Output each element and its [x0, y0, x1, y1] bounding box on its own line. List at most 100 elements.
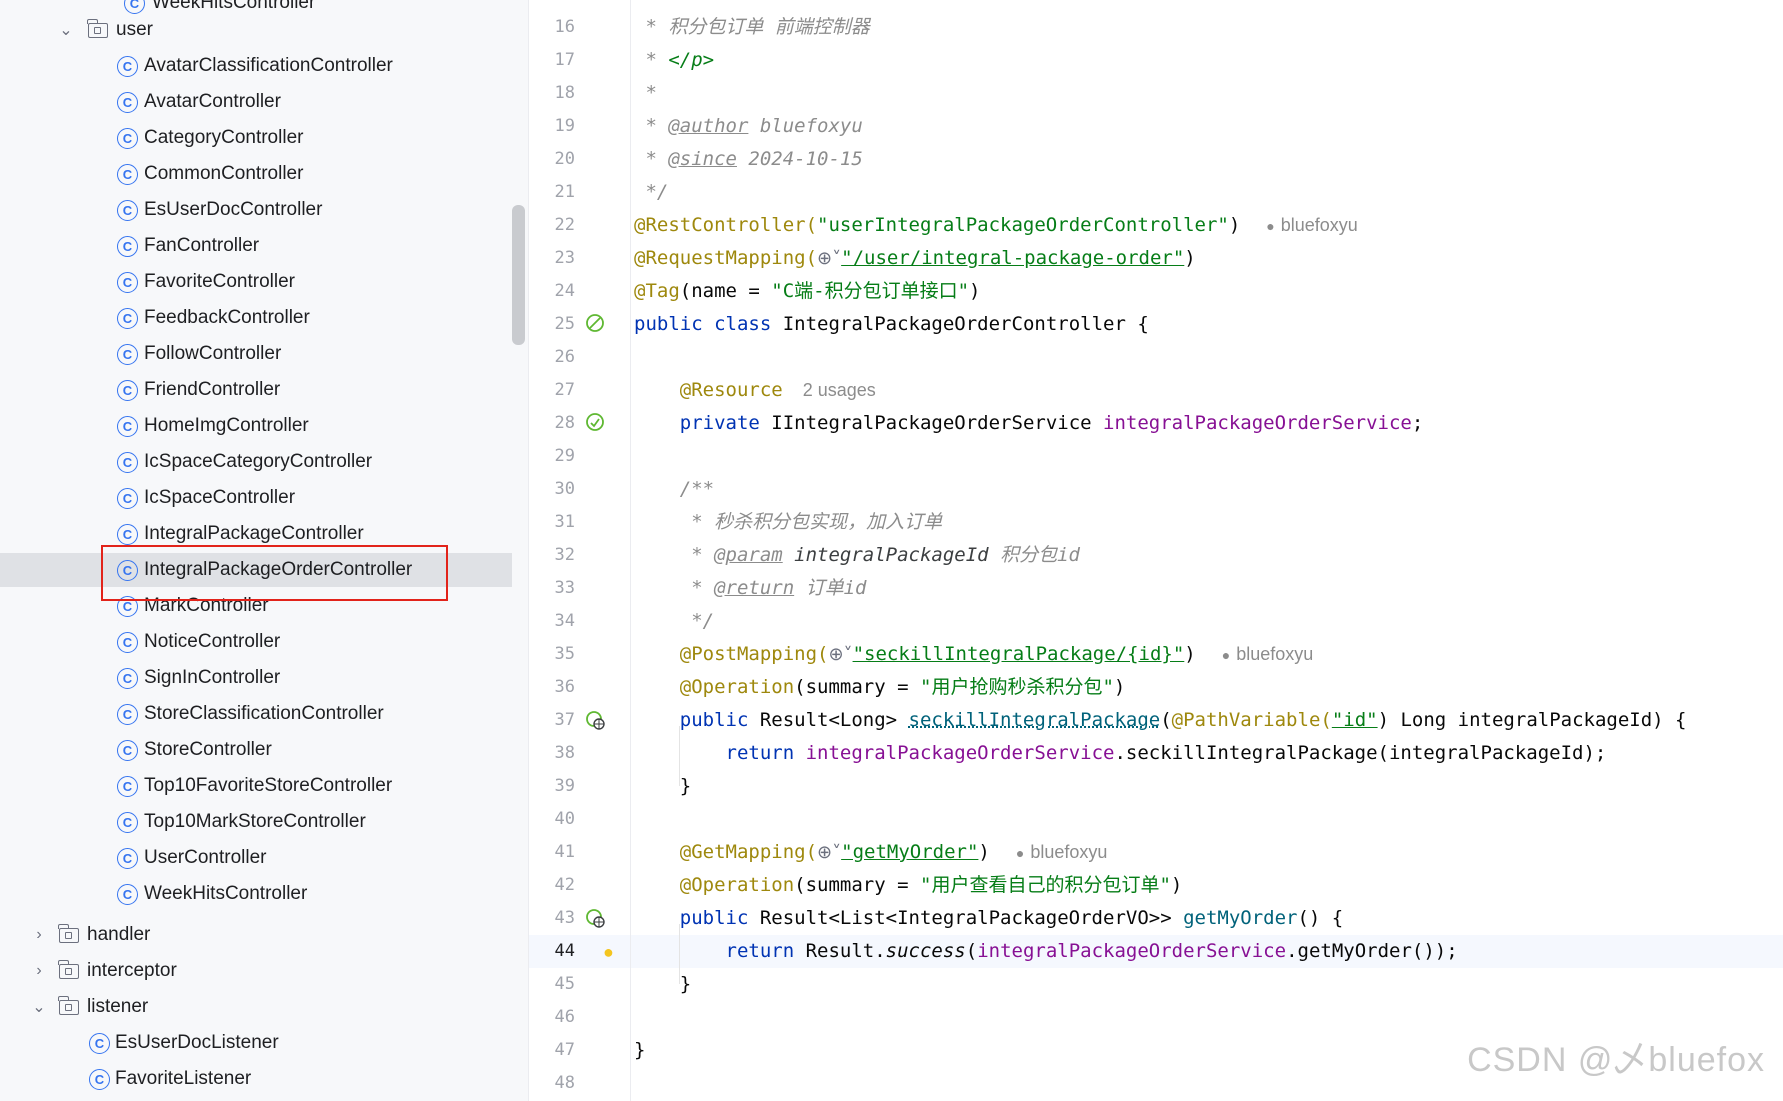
code-line-43: public Result<List<IntegralPackageOrderV…	[634, 907, 1344, 929]
code-line-32: * @param integralPackageId 积分包id	[634, 544, 1080, 566]
globe-icon[interactable]: ⊕˅	[828, 644, 852, 665]
line-number: 43	[554, 908, 575, 928]
author-hint[interactable]: ● bluefoxyu	[1266, 215, 1358, 235]
code-line-39: }	[634, 775, 692, 797]
line-number: 41	[554, 842, 575, 862]
tree-item-label: IcSpaceController	[144, 487, 296, 508]
code-line-28: private IIntegralPackageOrderService int…	[634, 412, 1424, 434]
lightbulb-icon[interactable]: ●	[603, 942, 614, 963]
web-endpoint-icon[interactable]	[585, 908, 605, 928]
watermark: CSDN @乄bluefox	[1467, 1041, 1765, 1079]
class-icon: C	[117, 379, 138, 401]
tree-item-label: FavoriteController	[144, 271, 295, 292]
globe-icon[interactable]: ⊕˅	[817, 842, 841, 863]
line-number: 36	[554, 677, 575, 697]
editor-line: 21	[529, 176, 1783, 209]
tree-item-class[interactable]: C HomeImgController	[0, 409, 512, 443]
tree-item-label: FanController	[144, 235, 260, 256]
class-icon: C	[117, 631, 138, 653]
tree-item-label: HomeImgController	[144, 415, 309, 436]
folder-label: user	[116, 19, 153, 40]
tree-item-class[interactable]: C StoreClassificationController	[0, 697, 512, 731]
tree-item-class[interactable]: C FriendController	[0, 373, 512, 407]
person-icon: ●	[1266, 218, 1275, 234]
tree-item-class[interactable]: C CommonController	[0, 157, 512, 191]
line-number: 17	[554, 50, 575, 70]
tree-item-class[interactable]: C IcSpaceCategoryController	[0, 445, 512, 479]
spring-bean-icon[interactable]	[585, 313, 605, 333]
tree-item-class[interactable]: C AvatarClassificationController	[0, 49, 512, 83]
globe-icon[interactable]: ⊕˅	[817, 248, 841, 269]
tree-item-label: AvatarClassificationController	[144, 55, 393, 76]
tree-item-class[interactable]: C IcSpaceController	[0, 481, 512, 515]
code-editor[interactable]: 16 17 18 19 20 21 22 23 24 25 26 27 28 29 30 31 32 33 34 35…	[529, 0, 1783, 1101]
editor-line: 17	[529, 44, 1783, 77]
code-line-31: * 秒杀积分包实现，加入订单	[634, 511, 943, 533]
tree-item-listener[interactable]: C EsUserDocListener	[0, 1026, 512, 1060]
line-number: 38	[554, 743, 575, 763]
class-icon: C	[117, 271, 138, 293]
class-icon: C	[117, 811, 138, 833]
chevron-right-icon[interactable]: ›	[30, 962, 48, 980]
tree-item-label: FollowController	[144, 343, 282, 364]
class-icon: C	[117, 883, 138, 905]
tree-item-class[interactable]: C NoticeController	[0, 625, 512, 659]
tree-item-class[interactable]: C FavoriteController	[0, 265, 512, 299]
chevron-down-icon[interactable]: ⌄	[30, 997, 48, 1017]
author-hint[interactable]: ● bluefoxyu	[1016, 842, 1108, 862]
tree-item-label: IntegralPackageController	[144, 523, 364, 544]
tree-folder-interceptor[interactable]: › interceptor	[0, 954, 512, 988]
chevron-down-icon[interactable]: ⌄	[57, 20, 75, 40]
editor-line: 18	[529, 77, 1783, 110]
author-hint[interactable]: ● bluefoxyu	[1222, 644, 1314, 664]
tree-item-class[interactable]: C Top10FavoriteStoreController	[0, 769, 512, 803]
person-icon: ●	[1015, 845, 1025, 861]
line-number: 46	[554, 1007, 575, 1027]
class-icon: C	[117, 739, 138, 761]
tree-item-class[interactable]: C CategoryController	[0, 121, 512, 155]
person-icon: ●	[1221, 647, 1231, 663]
class-icon: C	[117, 199, 138, 221]
code-line-45: }	[634, 973, 692, 995]
tree-item-class[interactable]: C WeekHitsController	[0, 877, 512, 911]
tree-item-class[interactable]: C EsUserDocController	[0, 193, 512, 227]
folder-icon	[58, 924, 79, 943]
tree-item-label: EsUserDocListener	[115, 1032, 279, 1053]
code-line-34: */	[634, 610, 715, 632]
line-number: 21	[554, 182, 575, 202]
tree-folder-listener[interactable]: ⌄ listener	[0, 990, 512, 1024]
tree-item-label: UserController	[144, 847, 267, 868]
code-line-33: * @return 订单id	[634, 577, 867, 599]
tree-item-label: StoreController	[144, 739, 272, 760]
spring-bean-injection-icon[interactable]	[585, 412, 605, 432]
folder-icon	[58, 960, 79, 979]
tree-item-class[interactable]: C UserController	[0, 841, 512, 875]
tree-folder-user[interactable]: ⌄ user	[0, 13, 512, 47]
tree-item-label: FriendController	[144, 379, 281, 400]
tree-item-label: FavoriteListener	[115, 1068, 252, 1089]
code-line-17: * </p>	[634, 49, 715, 71]
line-number: 40	[554, 809, 575, 829]
editor-line: 34	[529, 605, 1783, 638]
web-endpoint-icon[interactable]	[585, 710, 605, 730]
chevron-right-icon[interactable]: ›	[30, 926, 48, 944]
tree-folder-handler[interactable]: › handler	[0, 918, 512, 952]
tree-item-label: Top10MarkStoreController	[144, 811, 366, 832]
tree-scrollbar-thumb[interactable]	[512, 205, 525, 345]
class-icon: C	[117, 307, 138, 329]
tree-item-class[interactable]: C FollowController	[0, 337, 512, 371]
tree-item-class[interactable]: C FeedbackController	[0, 301, 512, 335]
line-number: 20	[554, 149, 575, 169]
tree-item-label: Top10FavoriteStoreController	[144, 775, 393, 796]
usages-hint[interactable]: 2 usages	[803, 380, 876, 400]
code-line-18: *	[634, 82, 657, 104]
tree-item-class[interactable]: C AvatarController	[0, 85, 512, 119]
tree-item-class[interactable]: C StoreController	[0, 733, 512, 767]
line-number: 18	[554, 83, 575, 103]
tree-item-listener[interactable]: C FavoriteListener	[0, 1062, 512, 1096]
tree-item-class[interactable]: C FanController	[0, 229, 512, 263]
tree-item-class[interactable]: C Top10MarkStoreController	[0, 805, 512, 839]
code-line-19: * @author bluefoxyu	[634, 115, 863, 137]
tree-item-class[interactable]: C SignInController	[0, 661, 512, 695]
project-tree-panel: C WeekHitsController ⌄ user C AvatarClass…	[0, 0, 529, 1101]
